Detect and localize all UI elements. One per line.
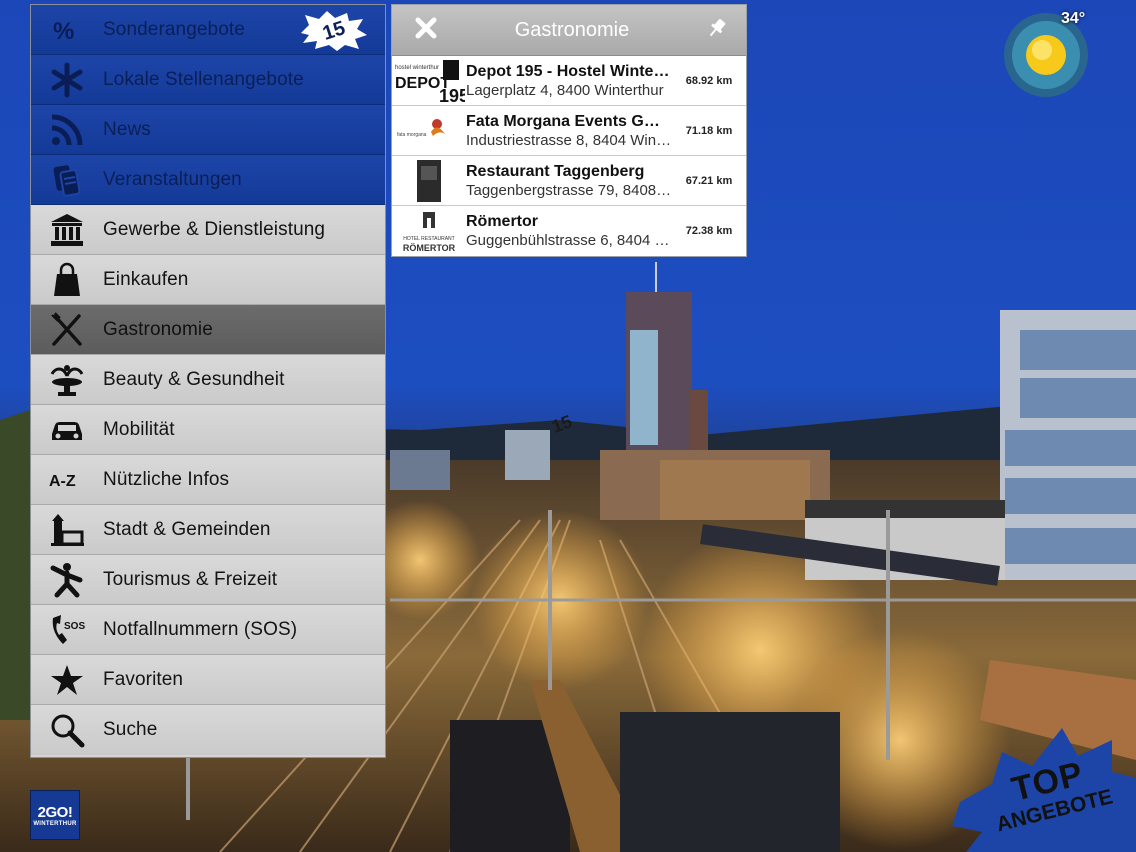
place-row[interactable]: Restaurant Taggenberg Taggenbergstrasse …	[392, 156, 746, 206]
place-logo: HOTEL RESTAURANT RÖMERTOR	[392, 208, 466, 254]
temperature: 34°	[1061, 10, 1086, 27]
menu-item-label: Suche	[103, 719, 158, 740]
place-name: Fata Morgana Events GmbH	[466, 112, 672, 130]
menu-item-beauty[interactable]: Beauty & Gesundheit	[31, 355, 385, 405]
fountain-icon	[31, 355, 103, 405]
menu-item-gastronomie[interactable]: Gastronomie	[31, 305, 385, 355]
place-distance: 72.38 km	[685, 225, 733, 237]
star-icon	[31, 655, 103, 705]
menu-item-news[interactable]: News	[31, 105, 385, 155]
place-address: Lagerplatz 4, 8400 Winterthur	[466, 81, 664, 99]
menu-item-label: Nützliche Infos	[103, 468, 230, 490]
panel-header: Gastronomie	[392, 5, 746, 56]
menu-item-label: Notfallnummern (SOS)	[103, 618, 298, 640]
menu-item-einkaufen[interactable]: Einkaufen	[31, 255, 385, 305]
place-name: Römertor	[466, 213, 539, 230]
person-leisure-icon	[31, 555, 103, 605]
menu-item-sonderangebote[interactable]: % Sonderangebote 15	[31, 5, 385, 55]
percent-icon: %	[31, 5, 103, 55]
svg-text:RÖMERTOR: RÖMERTOR	[403, 243, 456, 253]
menu-item-label: Gastronomie	[103, 318, 213, 340]
place-logo: fata morgana	[392, 108, 466, 154]
svg-text:HOTEL RESTAURANT: HOTEL RESTAURANT	[403, 236, 454, 242]
menu-item-label: Stadt & Gemeinden	[103, 518, 271, 540]
a-z-icon: A-Z	[31, 455, 103, 505]
place-name: Restaurant Taggenberg	[466, 162, 645, 180]
menu-item-stellenangebote[interactable]: Lokale Stellenangebote	[31, 55, 385, 105]
svg-text:fata morgana: fata morgana	[397, 132, 427, 138]
place-row[interactable]: HOTEL RESTAURANT RÖMERTOR Römertor Gugge…	[392, 206, 746, 256]
svg-text:%: %	[53, 18, 74, 45]
menu-item-label: Beauty & Gesundheit	[103, 368, 285, 390]
count-badge: 15	[299, 11, 369, 51]
menu-item-notfallnummern[interactable]: SOS Notfallnummern (SOS)	[31, 605, 385, 655]
menu-item-label: Veranstaltungen	[103, 168, 242, 190]
menu-item-label: Gewerbe & Dienstleistung	[103, 218, 326, 240]
menu-item-veranstaltungen[interactable]: Veranstaltungen	[31, 155, 385, 205]
fork-knife-icon	[31, 305, 103, 355]
place-distance: 71.18 km	[685, 124, 733, 137]
svg-text:A-Z: A-Z	[49, 473, 76, 490]
weather-widget[interactable]: 34°	[1003, 8, 1093, 98]
menu-item-label: Sonderangebote	[103, 18, 245, 40]
place-address: Industriestrasse 8, 8404 Winterthur	[466, 131, 672, 149]
car-icon	[31, 405, 103, 455]
app-logo[interactable]: 2GO! WINTERTHUR	[30, 790, 80, 840]
menu-item-stadt[interactable]: Stadt & Gemeinden	[31, 505, 385, 555]
building-icon	[31, 205, 103, 255]
town-icon	[31, 505, 103, 555]
gastronomie-panel: Gastronomie hostel winterthur DEPOT 195 …	[391, 4, 747, 257]
place-name: Depot 195 - Hostel Winterthur	[466, 62, 672, 80]
asterisk-icon	[31, 55, 103, 105]
menu-item-favoriten[interactable]: Favoriten	[31, 655, 385, 705]
menu-item-nuetzliche-infos[interactable]: A-Z Nützliche Infos	[31, 455, 385, 505]
svg-text:195: 195	[439, 86, 465, 104]
place-address: Taggenbergstrasse 79, 8408 Winterthur	[466, 181, 672, 199]
top-angebote-button[interactable]: TOP ANGEBOTE	[952, 722, 1136, 852]
tickets-icon	[31, 155, 103, 205]
menu-item-label: Favoriten	[103, 668, 184, 690]
menu-item-mobilitaet[interactable]: Mobilität	[31, 405, 385, 455]
close-icon[interactable]	[414, 16, 438, 45]
menu-item-label: Tourismus & Freizeit	[103, 568, 278, 590]
place-row[interactable]: fata morgana Fata Morgana Events GmbH In…	[392, 106, 746, 156]
menu-item-gewerbe[interactable]: Gewerbe & Dienstleistung	[31, 205, 385, 255]
place-distance: 67.21 km	[685, 174, 733, 187]
category-menu: % Sonderangebote 15 Lokale Stellenangebo…	[30, 4, 386, 758]
place-logo	[392, 158, 466, 204]
menu-item-label: Einkaufen	[103, 268, 189, 290]
menu-item-label: News	[103, 118, 151, 140]
place-address: Guggenbühlstrasse 6, 8404 Winterthur	[466, 232, 672, 249]
sos-phone-icon: SOS	[31, 605, 103, 655]
place-distance: 68.92 km	[685, 74, 733, 87]
svg-text:hostel winterthur: hostel winterthur	[395, 65, 439, 71]
search-icon	[31, 705, 103, 755]
menu-item-label: Lokale Stellenangebote	[103, 68, 304, 90]
svg-text:SOS: SOS	[64, 621, 85, 632]
menu-item-tourismus[interactable]: Tourismus & Freizeit	[31, 555, 385, 605]
shopping-bag-icon	[31, 255, 103, 305]
place-row[interactable]: hostel winterthur DEPOT 195 Depot 195 - …	[392, 56, 746, 106]
pin-icon[interactable]	[706, 17, 728, 44]
place-logo: hostel winterthur DEPOT 195	[392, 58, 466, 104]
menu-item-suche[interactable]: Suche	[31, 705, 385, 755]
menu-item-label: Mobilität	[103, 418, 175, 440]
panel-title: Gastronomie	[514, 18, 630, 41]
rss-icon	[31, 105, 103, 155]
